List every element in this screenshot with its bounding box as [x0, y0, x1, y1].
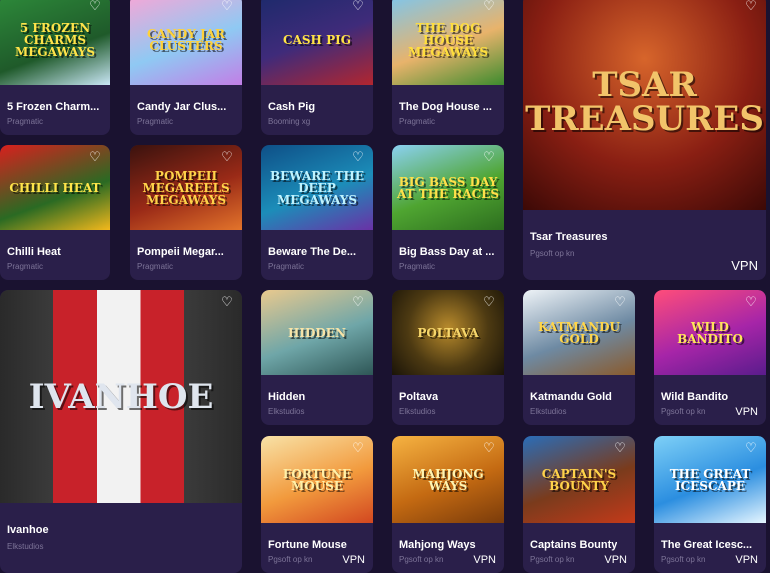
game-title: Tsar Treasures	[530, 231, 608, 243]
game-logo-art: BIG BASS DAY AT THE RACES	[397, 174, 499, 201]
vpn-badge: VPN	[342, 554, 365, 566]
game-provider: Pgsoft op kn	[399, 555, 444, 564]
favorite-heart-icon[interactable]: ♡	[220, 151, 234, 165]
game-card-featured[interactable]: IVANHOE ♡ Ivanhoe Elkstudios	[0, 290, 242, 573]
favorite-heart-icon[interactable]: ♡	[88, 0, 102, 14]
game-provider: Pgsoft op kn	[268, 555, 313, 564]
favorite-heart-icon[interactable]: ♡	[613, 296, 627, 310]
game-provider: Pgsoft op kn	[530, 555, 575, 564]
favorite-heart-icon[interactable]: ♡	[744, 296, 758, 310]
vpn-badge: VPN	[735, 554, 758, 566]
game-logo-art: KATMANDU GOLD	[538, 319, 620, 346]
game-provider: Pragmatic	[137, 117, 174, 126]
game-card[interactable]: WILD BANDITO ♡ Wild Bandito Pgsoft op kn VPN	[654, 290, 766, 425]
game-logo-art: 5 FROZEN CHARMS MEGAWAYS	[14, 20, 96, 59]
favorite-heart-icon[interactable]: ♡	[482, 296, 496, 310]
game-logo-art: POLTAVA	[417, 325, 479, 340]
game-logo-art: WILD BANDITO	[677, 319, 743, 346]
game-logo-art: MAHJONG WAYS	[412, 466, 484, 493]
favorite-heart-icon[interactable]: ♡	[351, 0, 365, 14]
game-title: Beware The De...	[268, 246, 357, 258]
favorite-heart-icon[interactable]: ♡	[482, 151, 496, 165]
vpn-badge: VPN	[473, 554, 496, 566]
vpn-badge: VPN	[604, 554, 627, 566]
favorite-heart-icon[interactable]: ♡	[220, 296, 234, 310]
vpn-badge: VPN	[731, 258, 758, 273]
game-title: The Dog House ...	[399, 101, 492, 113]
game-card-featured[interactable]: TSAR TREASURES ♡ Tsar Treasures Pgsoft op k…	[523, 0, 766, 280]
game-logo-art: CASH PIG	[283, 32, 351, 47]
game-card[interactable]: FORTUNE MOUSE ♡ Fortune Mouse Pgsoft op kn V…	[261, 436, 373, 573]
game-logo-art: HIDDEN	[288, 325, 346, 340]
game-provider: Elkstudios	[399, 407, 436, 416]
game-card[interactable]: POLTAVA ♡ Poltava Elkstudios	[392, 290, 504, 425]
favorite-heart-icon[interactable]: ♡	[88, 151, 102, 165]
game-title: Captains Bounty	[530, 539, 618, 551]
game-logo-art: CANDY JAR CLUSTERS	[147, 26, 225, 53]
game-provider: Pragmatic	[7, 117, 44, 126]
favorite-heart-icon[interactable]: ♡	[744, 442, 758, 456]
favorite-heart-icon[interactable]: ♡	[351, 151, 365, 165]
game-title: Pompeii Megar...	[137, 246, 224, 258]
game-title: Big Bass Day at ...	[399, 246, 495, 258]
game-title: Poltava	[399, 391, 439, 403]
game-provider: Pgsoft op kn	[661, 407, 706, 416]
game-logo-art: BEWARE THE DEEP MEGAWAYS	[269, 168, 365, 207]
game-card[interactable]: KATMANDU GOLD ♡ Katmandu Gold Elkstudios	[523, 290, 635, 425]
game-card[interactable]: 5 FROZEN CHARMS MEGAWAYS ♡ 5 Frozen Charm.…	[0, 0, 110, 135]
game-grid: 5 FROZEN CHARMS MEGAWAYS ♡ 5 Frozen Charm.…	[0, 0, 770, 573]
game-card[interactable]: CASH PIG ♡ Cash Pig Booming xg	[261, 0, 373, 135]
favorite-heart-icon[interactable]: ♡	[220, 0, 234, 14]
game-provider: Elkstudios	[7, 542, 44, 551]
game-logo-art: POMPEII MEGAREELS MEGAWAYS	[142, 168, 230, 207]
game-title: Wild Bandito	[661, 391, 729, 403]
game-title: Mahjong Ways	[399, 539, 476, 551]
game-provider: Pragmatic	[137, 262, 174, 271]
game-logo-art: IVANHOE	[28, 376, 214, 417]
game-provider: Pragmatic	[399, 262, 436, 271]
game-title: 5 Frozen Charm...	[7, 101, 100, 113]
game-provider: Booming xg	[268, 117, 311, 126]
game-provider: Elkstudios	[268, 407, 305, 416]
game-card[interactable]: BIG BASS DAY AT THE RACES ♡ Big Bass Day a…	[392, 145, 504, 280]
game-card[interactable]: HIDDEN ♡ Hidden Elkstudios	[261, 290, 373, 425]
favorite-heart-icon[interactable]: ♡	[744, 0, 758, 14]
game-card[interactable]: CAPTAIN'S BOUNTY ♡ Captains Bounty Pgsoft o…	[523, 436, 635, 573]
game-title: The Great Icesc...	[661, 539, 753, 551]
game-logo-art: TSAR TREASURES	[525, 65, 764, 139]
game-logo-art: CAPTAIN'S BOUNTY	[541, 466, 617, 493]
game-card[interactable]: CHILLI HEAT ♡ Chilli Heat Pragmatic	[0, 145, 110, 280]
favorite-heart-icon[interactable]: ♡	[351, 296, 365, 310]
game-title: Katmandu Gold	[530, 391, 612, 403]
game-card[interactable]: THE GREAT ICESCAPE ♡ The Great Icesc... Pgs…	[654, 436, 766, 573]
game-card[interactable]: POMPEII MEGAREELS MEGAWAYS ♡ Pompeii Megar…	[130, 145, 242, 280]
game-provider: Pgsoft op kn	[661, 555, 706, 564]
game-card[interactable]: THE DOG HOUSE MEGAWAYS ♡ The Dog House ...…	[392, 0, 504, 135]
game-logo-art: CHILLI HEAT	[9, 180, 101, 195]
game-card[interactable]: BEWARE THE DEEP MEGAWAYS ♡ Beware The De..…	[261, 145, 373, 280]
game-thumbnail[interactable]: IVANHOE	[0, 290, 242, 503]
game-provider: Pragmatic	[399, 117, 436, 126]
favorite-heart-icon[interactable]: ♡	[613, 442, 627, 456]
game-card[interactable]: CANDY JAR CLUSTERS ♡ Candy Jar Clus... Prag…	[130, 0, 242, 135]
favorite-heart-icon[interactable]: ♡	[351, 442, 365, 456]
game-title: Ivanhoe	[7, 524, 49, 536]
game-title: Fortune Mouse	[268, 539, 347, 551]
game-provider: Pragmatic	[268, 262, 305, 271]
favorite-heart-icon[interactable]: ♡	[482, 0, 496, 14]
game-logo-art: THE DOG HOUSE MEGAWAYS	[407, 20, 489, 59]
game-title: Hidden	[268, 391, 306, 403]
game-logo-art: FORTUNE MOUSE	[282, 466, 352, 493]
game-provider: Pgsoft op kn	[530, 249, 575, 258]
game-title: Cash Pig	[268, 101, 316, 113]
game-provider: Pragmatic	[7, 262, 44, 271]
game-card[interactable]: MAHJONG WAYS ♡ Mahjong Ways Pgsoft op kn VPN	[392, 436, 504, 573]
favorite-heart-icon[interactable]: ♡	[482, 442, 496, 456]
vpn-badge: VPN	[735, 406, 758, 418]
game-title: Candy Jar Clus...	[137, 101, 227, 113]
game-provider: Elkstudios	[530, 407, 567, 416]
game-logo-art: THE GREAT ICESCAPE	[669, 466, 751, 493]
game-thumbnail[interactable]: TSAR TREASURES	[523, 0, 766, 210]
game-title: Chilli Heat	[7, 246, 61, 258]
